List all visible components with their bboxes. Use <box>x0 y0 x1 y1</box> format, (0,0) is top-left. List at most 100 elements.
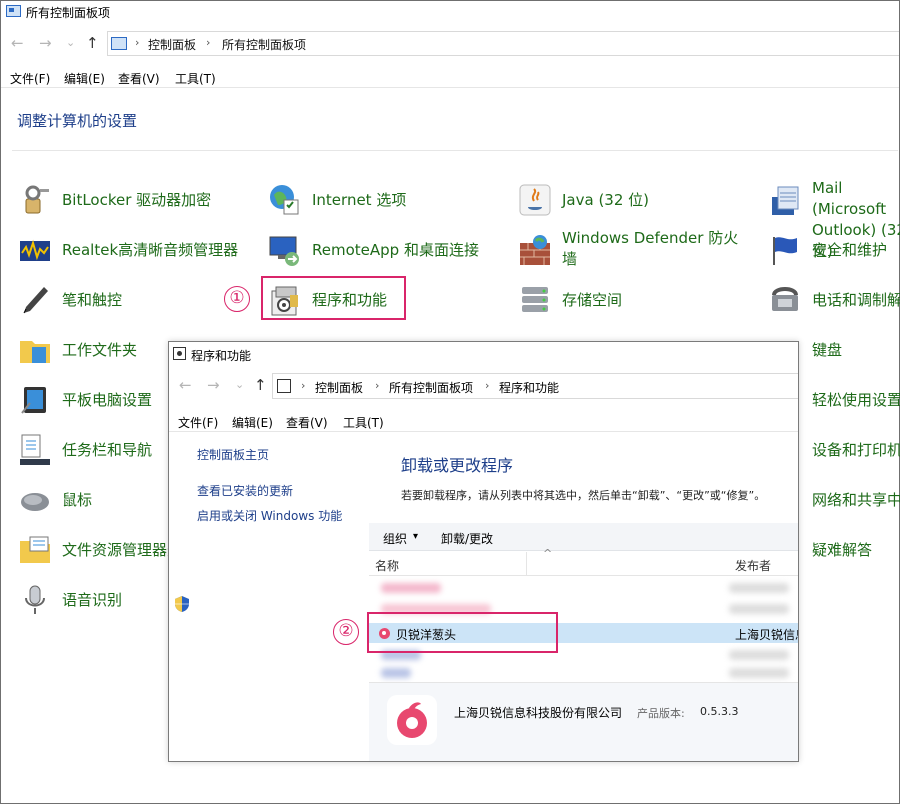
cp-item-pen-touch[interactable]: 笔和触控 <box>18 280 258 320</box>
column-name[interactable]: 名称 <box>375 557 399 574</box>
cp-item-java[interactable]: Java (32 位) <box>518 180 758 220</box>
cp-item-explorer-options[interactable]: 文件资源管理器选项 <box>18 530 197 570</box>
back-arrow-icon[interactable]: ← <box>179 376 192 394</box>
programs-title-bar: 程序和功能 <box>169 342 798 366</box>
programs-address-bar[interactable]: › 控制面板 › 所有控制面板项 › 程序和功能 <box>272 373 798 399</box>
programs-icon <box>173 347 186 360</box>
blurred-row <box>729 604 789 614</box>
breadcrumb-separator: › <box>375 379 380 392</box>
programs-menu-bar: 文件(F) 编辑(E) 查看(V) 工具(T) <box>169 410 798 432</box>
up-arrow-icon[interactable]: ↑ <box>254 376 267 394</box>
cp-item-label: 电话和调制解调器 <box>812 291 900 309</box>
cp-item-label: 疑难解答 <box>812 541 873 559</box>
explorer-options-icon <box>20 536 50 563</box>
breadcrumb-separator: › <box>301 379 306 392</box>
cp-item-tablet-settings[interactable]: 平板电脑设置 <box>18 380 178 420</box>
menu-edit[interactable]: 编辑(E) <box>232 414 273 431</box>
menu-file[interactable]: 文件(F) <box>10 70 50 87</box>
menu-bar: 文件(F) 编辑(E) 查看(V) 工具(T) <box>1 66 899 88</box>
breadcrumb-all-items[interactable]: 所有控制面板项 <box>222 36 306 53</box>
cp-item-label: 工作文件夹 <box>62 341 138 359</box>
cp-item-mail[interactable]: Mail (Microsoft Outlook) (32 位) <box>768 179 900 260</box>
cp-item-security-maintenance[interactable]: 安全和维护 <box>768 230 900 270</box>
cp-item-label: 任务栏和导航 <box>62 441 153 459</box>
cp-item-label: 语音识别 <box>62 591 123 609</box>
forward-arrow-icon[interactable]: → <box>207 376 220 394</box>
menu-tools[interactable]: 工具(T) <box>175 70 216 87</box>
realtek-audio-icon <box>20 239 50 261</box>
cp-item-realtek[interactable]: Realtek高清晰音频管理器 <box>18 230 258 270</box>
programs-navigation-bar: ← → ⌄ ↑ › 控制面板 › 所有控制面板项 › 程序和功能 <box>169 373 798 399</box>
internet-globe-icon <box>270 185 299 215</box>
programs-description: 若要卸载程序，请从列表中将其选中，然后单击“卸载”、“更改”或“修复”。 <box>401 489 766 502</box>
menu-edit[interactable]: 编辑(E) <box>64 70 105 87</box>
cp-item-label: Internet 选项 <box>312 191 407 209</box>
up-arrow-icon[interactable]: ↑ <box>86 34 99 52</box>
breadcrumb-all-items[interactable]: 所有控制面板项 <box>389 379 473 396</box>
link-view-installed-updates[interactable]: 查看已安装的更新 <box>197 482 293 499</box>
cp-item-bitlocker[interactable]: BitLocker 驱动器加密 <box>18 180 258 220</box>
link-control-panel-home[interactable]: 控制面板主页 <box>197 446 269 463</box>
work-folder-icon <box>20 341 50 363</box>
cp-item-label: 键盘 <box>812 341 843 359</box>
cp-item-phone-modem[interactable]: 电话和调制解调器 <box>768 280 900 320</box>
sort-ascending-icon: ^ <box>543 547 553 560</box>
details-company: 上海贝锐信息科技股份有限公司 <box>454 706 623 720</box>
organize-button[interactable]: 组织 <box>383 530 407 547</box>
bitlocker-key-icon <box>25 185 49 214</box>
cp-item-label: 轻松使用设置中心 <box>812 391 900 409</box>
cp-item-remoteapp[interactable]: RemoteApp 和桌面连接 <box>268 230 508 270</box>
recent-locations-icon[interactable]: ⌄ <box>235 378 244 391</box>
cp-item-label: 平板电脑设置 <box>62 391 153 409</box>
cp-item-firewall[interactable]: Windows Defender 防火墙 <box>518 229 758 270</box>
cp-item-mouse[interactable]: 鼠标 <box>18 480 178 520</box>
uninstall-change-button[interactable]: 卸载/更改 <box>441 530 493 547</box>
cp-item-taskbar-navigation[interactable]: 任务栏和导航 <box>18 430 178 470</box>
programs-toolbar: 组织 ▾ 卸载/更改 <box>369 523 798 551</box>
menu-view[interactable]: 查看(V) <box>286 414 328 431</box>
organize-dropdown-arrow-icon[interactable]: ▾ <box>413 531 418 542</box>
flag-icon <box>773 237 797 265</box>
recent-locations-icon[interactable]: ⌄ <box>66 36 75 49</box>
cp-item-work-folders[interactable]: 工作文件夹 <box>18 330 178 370</box>
cp-item-speech-recognition[interactable]: 语音识别 <box>18 580 178 620</box>
mouse-icon <box>21 493 49 511</box>
blurred-row <box>381 583 441 593</box>
cp-item-storage-spaces[interactable]: 存储空间 <box>518 280 758 320</box>
programs-features-window: 程序和功能 ← → ⌄ ↑ › 控制面板 › 所有控制面板项 › 程序和功能 文… <box>168 341 799 762</box>
blurred-row <box>729 650 789 660</box>
back-arrow-icon[interactable]: ← <box>11 34 24 52</box>
cp-item-label: Windows Defender 防火墙 <box>562 229 739 268</box>
navigation-bar: ← → ⌄ ↑ › 控制面板 › 所有控制面板项 <box>1 30 899 58</box>
breadcrumb-separator: › <box>485 379 490 392</box>
java-icon <box>519 184 551 216</box>
programs-icon <box>277 379 291 393</box>
breadcrumb-control-panel[interactable]: 控制面板 <box>315 379 363 396</box>
breadcrumb-separator: › <box>135 36 140 49</box>
blurred-row <box>729 668 789 678</box>
menu-file[interactable]: 文件(F) <box>178 414 218 431</box>
microphone-icon <box>25 585 45 614</box>
menu-view[interactable]: 查看(V) <box>118 70 160 87</box>
breadcrumb-control-panel[interactable]: 控制面板 <box>148 36 196 53</box>
address-bar[interactable]: › 控制面板 › 所有控制面板项 <box>107 31 899 56</box>
menu-tools[interactable]: 工具(T) <box>343 414 384 431</box>
window-title: 所有控制面板项 <box>26 6 111 20</box>
cp-item-internet-options[interactable]: Internet 选项 <box>268 180 508 220</box>
column-publisher[interactable]: 发布者 <box>735 557 771 574</box>
programs-heading: 卸载或更改程序 <box>401 456 514 475</box>
programs-column-header: 名称 ^ 发布者 <box>369 547 798 576</box>
mail-icon <box>772 186 799 215</box>
details-version-label: 产品版本: <box>637 707 685 720</box>
remoteapp-icon <box>269 236 299 266</box>
cp-item-label: 存储空间 <box>562 291 623 309</box>
link-windows-features[interactable]: 启用或关闭 Windows 功能 <box>197 507 342 524</box>
highlight-box-oray <box>367 612 558 653</box>
oray-logo-icon <box>387 695 437 745</box>
cp-item-label: 安全和维护 <box>812 241 888 259</box>
cp-item-label: 设备和打印机 <box>812 441 900 459</box>
phone-modem-icon <box>772 287 798 311</box>
breadcrumb-programs[interactable]: 程序和功能 <box>499 379 559 396</box>
forward-arrow-icon[interactable]: → <box>39 34 52 52</box>
uac-shield-icon <box>175 596 189 612</box>
